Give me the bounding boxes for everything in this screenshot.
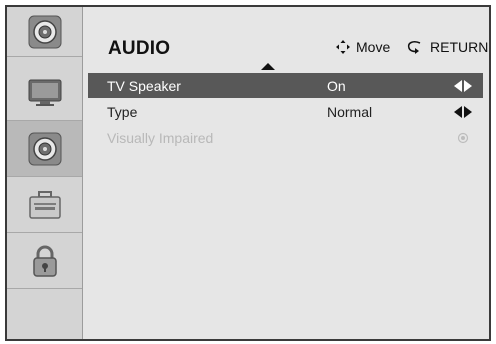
return-arrow-icon <box>407 41 421 54</box>
left-right-toggle-icon[interactable] <box>453 106 473 118</box>
sidebar-item-picture[interactable] <box>7 65 82 121</box>
sidebar-item-setup[interactable] <box>7 177 82 233</box>
osd-menu-frame: AUDIO Move RETURN TV Speaker On Type Nor… <box>5 5 491 341</box>
setting-row-tv-speaker[interactable]: TV Speaker On <box>88 73 483 98</box>
setting-label: TV Speaker <box>107 77 181 94</box>
move-hint: Move <box>335 39 390 55</box>
setting-label: Type <box>107 103 138 120</box>
radio-icon <box>457 132 469 144</box>
sidebar-item-audio[interactable] <box>7 121 82 177</box>
toolbox-icon <box>28 190 61 219</box>
return-label: RETURN <box>430 39 489 55</box>
return-hint: RETURN <box>405 39 488 55</box>
four-way-arrow-icon <box>336 40 350 54</box>
setting-value: On <box>327 77 346 94</box>
move-label: Move <box>356 39 391 55</box>
padlock-icon <box>32 245 57 277</box>
sidebar-item-audio-header[interactable] <box>7 7 82 57</box>
setting-label: Visually Impaired <box>107 129 214 146</box>
setting-row-type[interactable]: Type Normal <box>88 99 483 124</box>
scroll-up-arrow-icon[interactable] <box>261 63 275 70</box>
tv-monitor-icon <box>28 79 61 106</box>
settings-list: TV Speaker On Type Normal Visually Impai… <box>88 73 483 151</box>
speaker-icon <box>28 15 61 48</box>
setting-value: Normal <box>327 103 373 120</box>
category-sidebar <box>7 7 83 339</box>
page-title: AUDIO <box>108 38 171 59</box>
sidebar-item-lock[interactable] <box>7 233 82 289</box>
menu-content: AUDIO Move RETURN TV Speaker On Type Nor… <box>83 7 489 339</box>
setting-row-visually-impaired: Visually Impaired <box>88 125 483 150</box>
speaker-icon <box>28 132 61 165</box>
left-right-toggle-icon[interactable] <box>453 80 473 92</box>
menu-header: AUDIO Move RETURN <box>83 7 489 70</box>
